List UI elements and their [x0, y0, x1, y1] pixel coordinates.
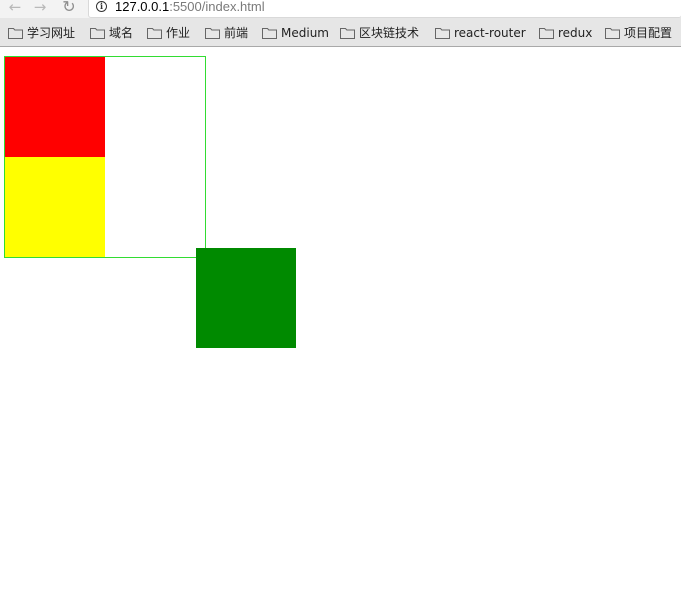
yellow-box [5, 157, 105, 257]
folder-icon [605, 27, 620, 39]
bookmark-item[interactable]: redux [539, 24, 592, 41]
info-icon[interactable]: i [96, 1, 107, 12]
bookmark-item[interactable]: 学习网址 [8, 24, 75, 41]
bookmark-label: 前端 [224, 25, 249, 40]
forward-button[interactable]: → [31, 0, 49, 16]
folder-icon [340, 27, 355, 39]
red-box [5, 57, 105, 157]
bookmark-item[interactable]: Medium [262, 24, 329, 41]
bookmark-item[interactable]: 域名 [90, 24, 133, 41]
arrow-right-icon: → [33, 0, 47, 16]
bookmark-label: 作业 [166, 25, 191, 40]
folder-icon [262, 27, 277, 39]
reload-button[interactable]: ↻ [60, 0, 78, 16]
arrow-left-icon: ← [8, 0, 22, 16]
bookmark-item[interactable]: 项目配置 [605, 24, 672, 41]
bookmark-label: 学习网址 [27, 25, 76, 40]
bookmark-item[interactable]: 区块链技术 [340, 24, 419, 41]
folder-icon [147, 27, 162, 39]
address-bar[interactable]: i 127.0.0.1:5500/index.html [88, 0, 681, 18]
page-content [0, 47, 681, 597]
bookmarks-bar: 学习网址 域名 作业 前端 Medium 区块链技术 react-router … [0, 18, 681, 47]
reload-icon: ↻ [62, 0, 76, 16]
folder-icon [435, 27, 450, 39]
bookmark-item[interactable]: react-router [435, 24, 526, 41]
back-button[interactable]: ← [6, 0, 24, 16]
bookmark-label: 域名 [109, 25, 134, 40]
bookmark-label: redux [558, 25, 593, 40]
bookmark-label: react-router [454, 25, 526, 40]
url-path: :5500/index.html [169, 0, 265, 14]
folder-icon [539, 27, 554, 39]
folder-icon [90, 27, 105, 39]
folder-icon [205, 27, 220, 39]
bookmark-label: 区块链技术 [359, 25, 420, 40]
bookmark-label: 项目配置 [624, 25, 673, 40]
browser-toolbar: ← → ↻ i 127.0.0.1:5500/index.html [0, 0, 681, 18]
url-host: 127.0.0.1 [115, 0, 170, 14]
green-box [196, 248, 296, 348]
bookmark-item[interactable]: 作业 [147, 24, 190, 41]
url-text: 127.0.0.1:5500/index.html [115, 0, 265, 15]
bordered-container [4, 56, 206, 258]
folder-icon [8, 27, 23, 39]
bookmark-item[interactable]: 前端 [205, 24, 248, 41]
bookmark-label: Medium [281, 25, 329, 40]
